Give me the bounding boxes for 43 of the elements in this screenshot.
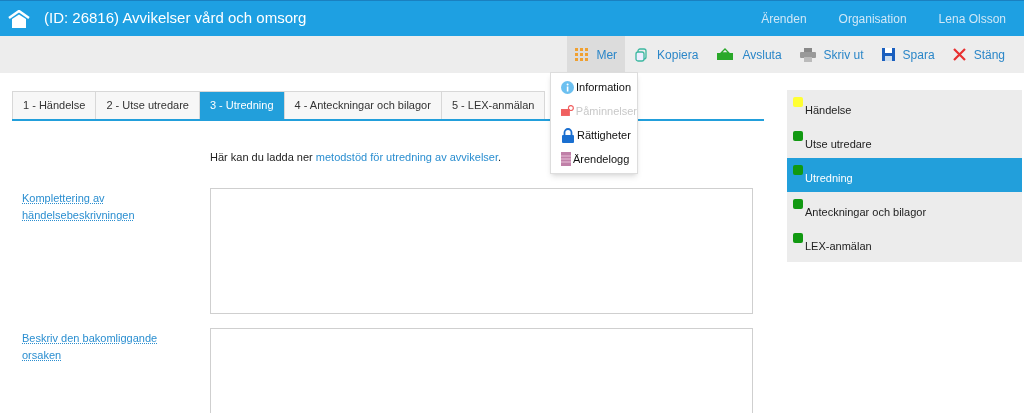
nav-link[interactable]: Ärenden [761, 9, 807, 28]
step-item[interactable]: LEX-anmälan [787, 226, 1022, 260]
toolbar-button[interactable]: Spara [873, 36, 943, 73]
step-label: Anteckningar och bilagor [805, 205, 927, 220]
toolbar-button[interactable]: Skriv ut [791, 36, 872, 73]
step-label: Utredning [805, 171, 853, 186]
step-item[interactable]: Utredning [787, 158, 1022, 192]
toolbar-button[interactable]: Mer [567, 36, 626, 73]
tab[interactable]: 4 - Anteckningar och bilagor [283, 91, 441, 119]
step-label: Utse utredare [805, 137, 872, 152]
field-label[interactable]: Beskriv den bakomliggande orsaken [22, 329, 162, 364]
step-item[interactable]: Händelse [787, 90, 1022, 124]
menu-item[interactable]: Information [561, 77, 637, 97]
printer-icon [799, 47, 816, 62]
tab[interactable]: 1 - Händelse [12, 91, 96, 119]
toolbar-button[interactable]: Avsluta [708, 36, 790, 73]
toolbar-button[interactable]: Kopiera [627, 36, 707, 73]
tab[interactable]: 2 - Utse utredare [95, 91, 199, 119]
step-label: LEX-anmälan [805, 239, 872, 254]
tab[interactable]: 5 - LEX-anmälan [440, 91, 546, 119]
grid-icon [575, 48, 589, 61]
nav-link[interactable]: Lena Olsson [938, 9, 1006, 28]
copy-icon [635, 47, 650, 62]
reminder-icon [561, 105, 574, 117]
save-icon [881, 48, 895, 61]
window-title: (ID: 26816) Avvikelser vård och omsorg [44, 8, 307, 29]
text-area[interactable] [210, 187, 753, 314]
step-item[interactable]: Anteckningar och bilagor [787, 192, 1022, 226]
link[interactable]: metodstöd för utredning av avvikelser [315, 151, 498, 163]
nav-link[interactable]: Organisation [838, 9, 907, 28]
tab[interactable]: 3 - Utredning [198, 91, 284, 119]
menu-item[interactable]: Ärendelogg [561, 149, 637, 169]
close-icon [952, 48, 966, 61]
home-icon[interactable] [8, 9, 30, 28]
step-item[interactable]: Utse utredare [787, 124, 1022, 158]
toolbar-button[interactable]: Stäng [944, 36, 1013, 73]
step-label: Händelse [805, 103, 852, 118]
log-icon [561, 152, 571, 166]
info-icon [561, 80, 574, 94]
menu-item[interactable]: Rättigheter [561, 125, 637, 145]
lock-icon [561, 127, 575, 143]
intro-text: Här kan du ladda ner metodstöd för utredning av avvikelser. [210, 150, 502, 165]
field-label[interactable]: Komplettering av händelsebeskrivningen [22, 189, 162, 224]
